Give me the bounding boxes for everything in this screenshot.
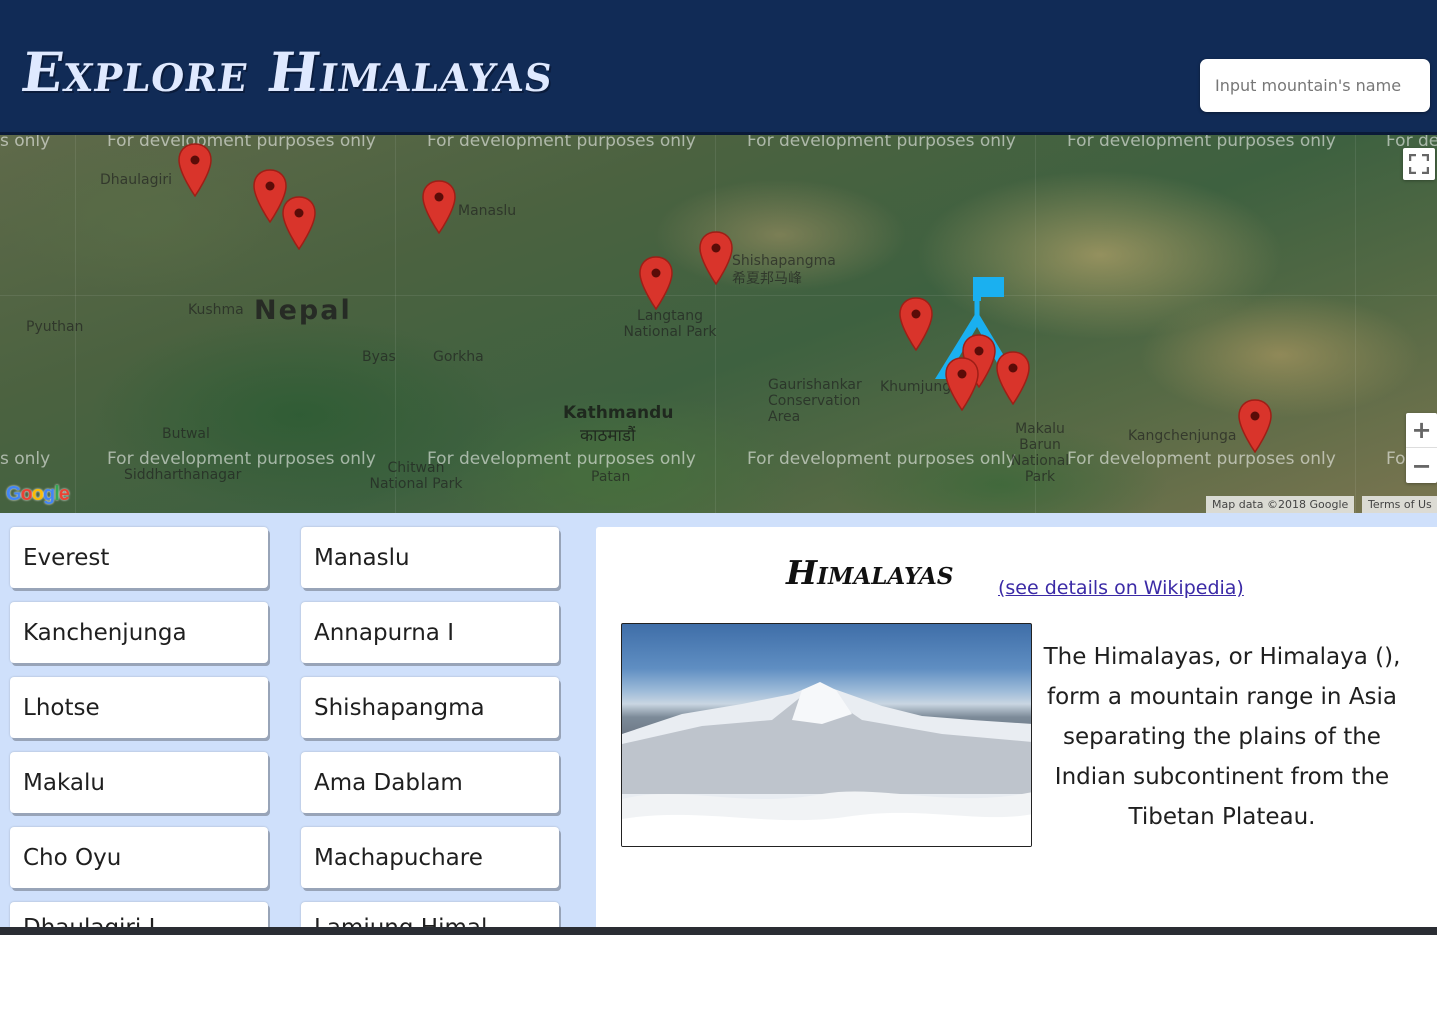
map-marker-icon[interactable] [639, 256, 673, 310]
map-marker-icon[interactable] [945, 357, 979, 411]
mountain-button-machapuchare[interactable]: Machapuchare [301, 827, 559, 888]
capital-label: Kathmandu [563, 403, 674, 423]
map-view[interactable]: s only For development purposes only For… [0, 135, 1437, 513]
capital-label-local: काठमाडौं [580, 426, 636, 446]
mountain-photo-image [622, 682, 1031, 846]
app-header: Explore Himalayas [0, 0, 1437, 135]
zoom-out-button[interactable]: − [1406, 448, 1437, 483]
map-watermark: s only [0, 449, 51, 469]
mountain-button-cho-oyu[interactable]: Cho Oyu [10, 827, 268, 888]
place-label: Manaslu [458, 203, 517, 219]
place-label: Byas [362, 349, 396, 365]
place-label: Kushma [188, 302, 244, 318]
mountain-button-dhaulagiri[interactable]: Dhaulagiri I [10, 902, 268, 927]
mountain-button-manaslu[interactable]: Manaslu [301, 527, 559, 588]
place-label: Langtang National Park [623, 308, 717, 340]
place-label: 希夏邦马峰 [732, 271, 802, 287]
mountain-button-kanchenjunga[interactable]: Kanchenjunga [10, 602, 268, 663]
map-marker-icon[interactable] [699, 231, 733, 285]
place-label: Dhaulagiri [100, 172, 172, 188]
scroll-bar-edge [0, 927, 1437, 935]
map-terms-link[interactable]: Terms of Us [1362, 496, 1437, 513]
map-attribution: Map data ©2018 Google [1206, 496, 1355, 513]
map-marker-icon[interactable] [996, 351, 1030, 405]
map-marker-icon[interactable] [282, 196, 316, 250]
app-title: Explore Himalayas [17, 40, 559, 104]
wikipedia-link[interactable]: (see details on Wikipedia) [998, 577, 1244, 599]
country-label: Nepal [254, 295, 352, 326]
place-label: Shishapangma [732, 253, 836, 269]
map-watermark: For development purposes only [747, 135, 1016, 151]
place-label: Chitwan National Park [369, 460, 463, 492]
mountain-button-ama-dablam[interactable]: Ama Dablam [301, 752, 559, 813]
info-title: Himalayas [786, 553, 954, 592]
map-marker-icon[interactable] [899, 297, 933, 351]
place-label: Gorkha [433, 349, 484, 365]
mountain-photo [621, 623, 1032, 847]
fullscreen-icon [1409, 154, 1429, 174]
mountain-button-annapurna[interactable]: Annapurna I [301, 602, 559, 663]
place-label: Siddharthanagar [124, 467, 242, 483]
mountain-button-lhotse[interactable]: Lhotse [10, 677, 268, 738]
place-label: Makalu Barun National Park [1010, 421, 1070, 485]
map-watermark: For development purposes only [747, 449, 1016, 469]
map-watermark: For development purposes only [1067, 449, 1336, 469]
info-description: The Himalayas, or Himalaya (), form a mo… [1043, 644, 1401, 830]
map-watermark: s only [0, 135, 51, 151]
map-watermark: For development purposes only [107, 449, 376, 469]
info-card: Himalayas (see details on Wikipedia) The… [596, 527, 1437, 927]
google-logo[interactable]: Google [6, 483, 70, 506]
mountain-search-input[interactable] [1200, 59, 1430, 112]
fullscreen-button[interactable] [1403, 148, 1435, 180]
content-panel: Everest Kanchenjunga Lhotse Makalu Cho O… [0, 513, 1437, 927]
zoom-control: + − [1406, 413, 1437, 483]
map-watermark: For development purposes only [107, 135, 376, 151]
mountain-button-everest[interactable]: Everest [10, 527, 268, 588]
zoom-in-button[interactable]: + [1406, 413, 1437, 448]
map-watermark: For development purposes only [427, 449, 696, 469]
place-label: Gaurishankar Conservation Area [768, 377, 862, 425]
map-marker-icon[interactable] [422, 180, 456, 234]
place-label: Pyuthan [26, 319, 84, 335]
mountain-button-makalu[interactable]: Makalu [10, 752, 268, 813]
mountain-button-shishapangma[interactable]: Shishapangma [301, 677, 559, 738]
map-watermark: Fo [1386, 449, 1406, 469]
place-label: Kangchenjunga [1128, 428, 1237, 444]
mountain-button-lamjung[interactable]: Lamjung Himal [301, 902, 559, 927]
map-watermark: For development purposes only [427, 135, 696, 151]
place-label: Butwal [162, 426, 210, 442]
place-label: Patan [591, 469, 631, 485]
map-marker-icon[interactable] [178, 143, 212, 197]
map-watermark: For development purposes only [1067, 135, 1336, 151]
map-marker-icon[interactable] [1238, 399, 1272, 453]
